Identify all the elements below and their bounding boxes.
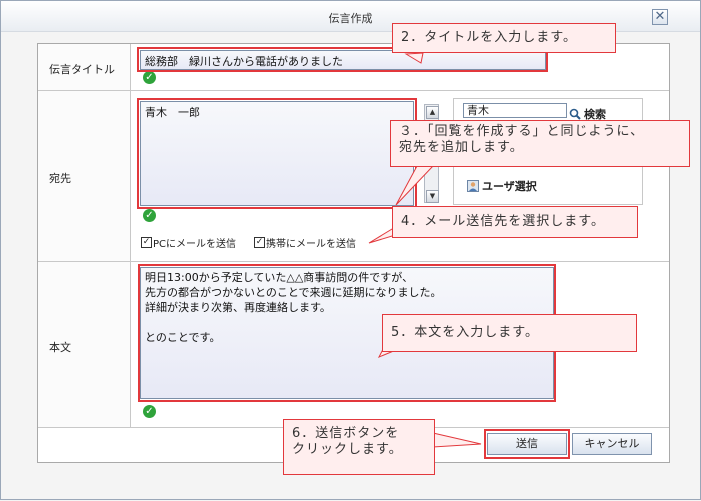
callout-step-3-line: ３．「回覧を作成する」と同じように、 xyxy=(399,124,645,139)
callout-step-4: 4．メール送信先を選択します。 xyxy=(392,206,638,238)
callout-step-5: 5．本文を入力します。 xyxy=(382,314,637,352)
callout-step-3-line: 宛先を追加します。 xyxy=(399,140,524,155)
callout-6-tail xyxy=(432,432,482,448)
callout-2-tail xyxy=(404,52,424,64)
callout-step-2: 2．タイトルを入力します。 xyxy=(392,23,616,53)
callout-3-tail xyxy=(395,165,435,206)
callout-step-6-line: 6．送信ボタンを xyxy=(292,426,400,441)
dialog-window: 伝言作成 ✕ 伝言タイトル 宛先 本文 総務部 緑川さんから電話がありました ✓… xyxy=(0,0,701,500)
callout-step-6-line: クリックします。 xyxy=(292,442,403,457)
callout-step-3: ３．「回覧を作成する」と同じように、 宛先を追加します。 xyxy=(390,120,690,167)
callout-step-6: 6．送信ボタンを クリックします。 xyxy=(283,419,435,475)
